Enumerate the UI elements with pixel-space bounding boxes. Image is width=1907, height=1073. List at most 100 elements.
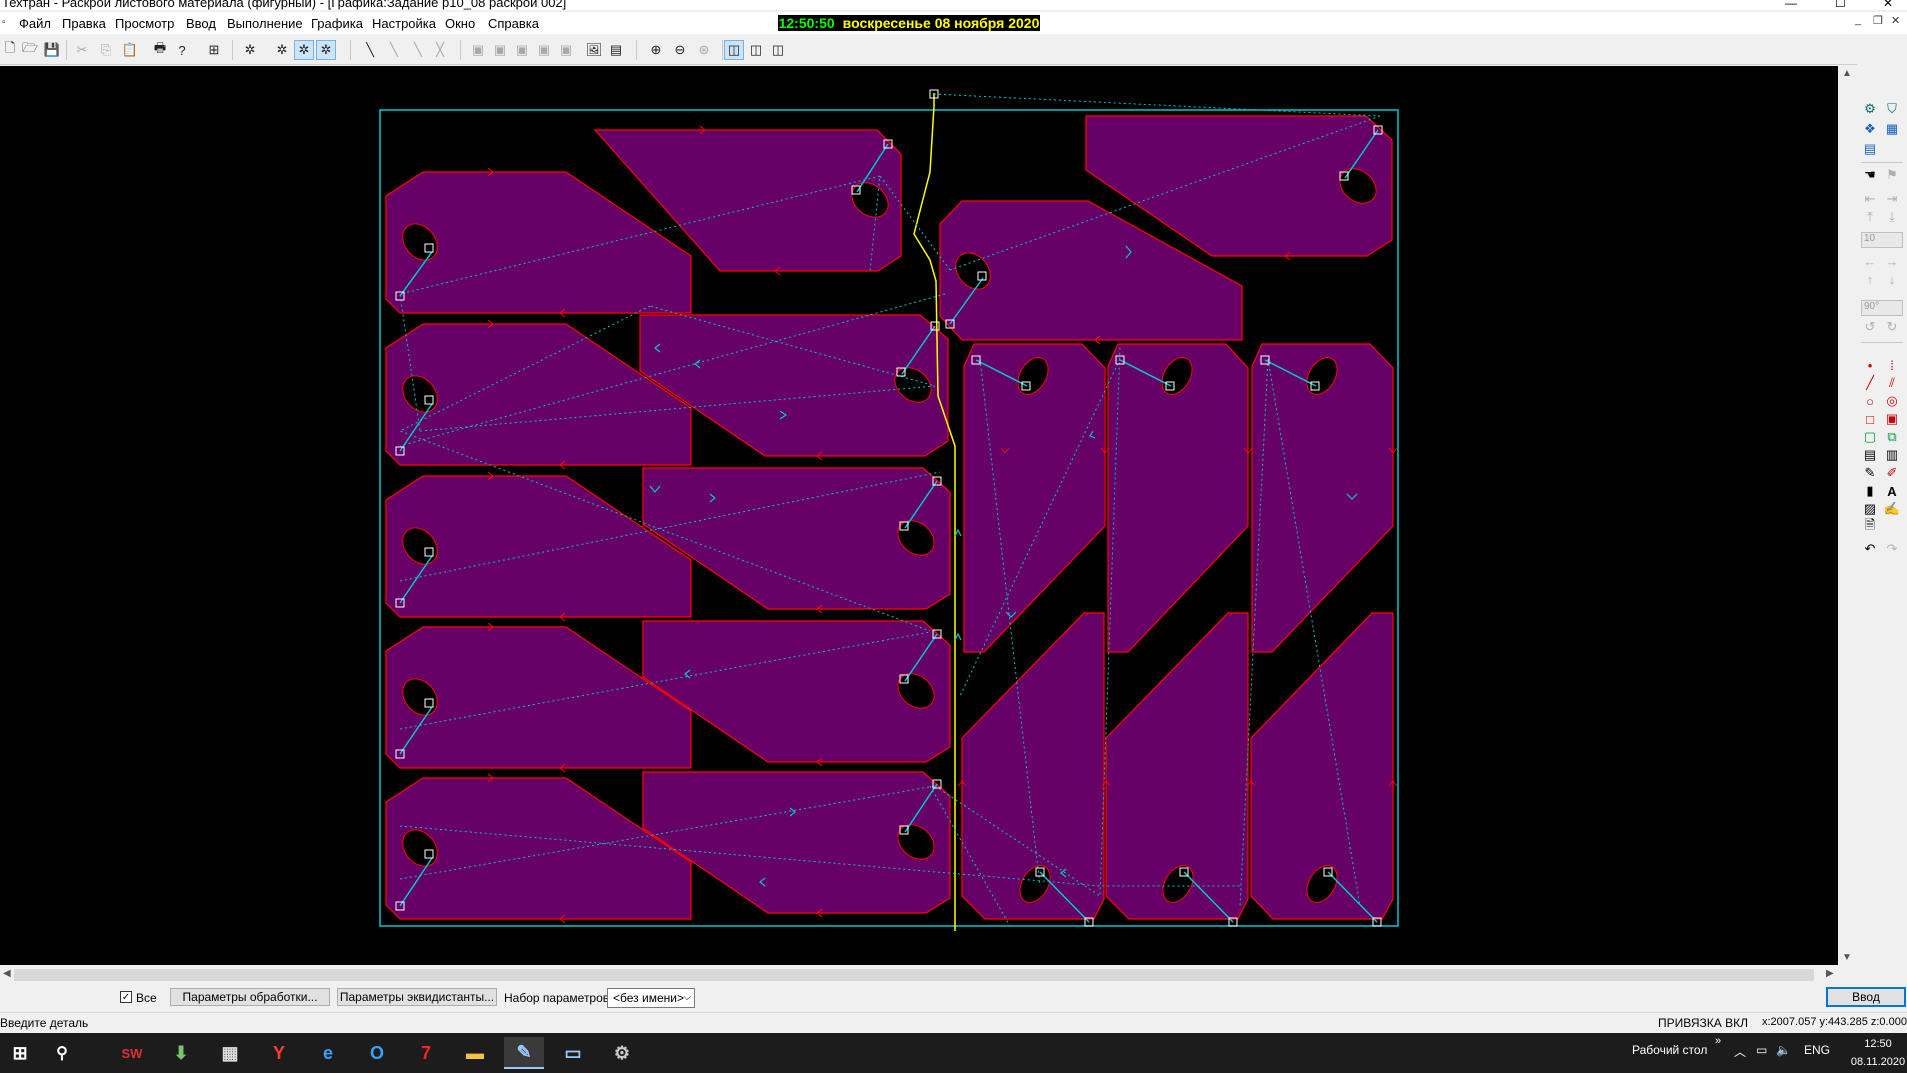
move-up-icon[interactable]: ⤒ (1861, 208, 1879, 226)
menu-view[interactable]: Просмотр (115, 16, 174, 31)
circles-tool-icon[interactable]: ◎ (1883, 392, 1901, 410)
contours-tool-icon[interactable]: ⧉ (1883, 428, 1901, 446)
cut-icon[interactable]: ✂ (72, 40, 92, 60)
gear-tool-icon[interactable]: ⚙ (1861, 100, 1879, 118)
enter-button[interactable]: Ввод (1826, 987, 1906, 1007)
processing-params-button[interactable]: Параметры обработки... (170, 988, 330, 1006)
help-icon[interactable]: ? (172, 40, 192, 60)
new-file-icon[interactable]: 🗋 (0, 40, 20, 60)
step-combo[interactable]: 10 (1861, 232, 1903, 248)
document-tool-icon[interactable]: ▥ (1883, 446, 1901, 464)
app7-icon[interactable]: 7 (406, 1037, 446, 1069)
vertical-scrollbar[interactable]: ▲ ▼ (1838, 66, 1856, 965)
scroll-down-icon[interactable]: ▼ (1842, 952, 1852, 963)
page-tool-icon[interactable]: 🗎 (1861, 517, 1879, 536)
menu-graphics[interactable]: Графика (311, 16, 363, 31)
arrow-left-icon[interactable]: ← (1861, 252, 1879, 270)
zoom-fit-icon[interactable]: ⊛ (694, 40, 714, 60)
menu-help[interactable]: Справка (488, 16, 539, 31)
shapes-tool-icon[interactable]: ❖ (1861, 120, 1879, 138)
save-icon[interactable]: 💾 (42, 40, 62, 60)
frame-2-icon[interactable]: ▣ (490, 40, 510, 60)
paste-icon[interactable]: 📋 (120, 40, 140, 60)
redo-icon[interactable]: ↷ (1883, 540, 1901, 558)
zoom-out-icon[interactable]: ⊖ (670, 40, 690, 60)
param-set-select[interactable]: <без имени> ⌵ (607, 988, 695, 1008)
rotate-ccw-icon[interactable]: ↺ (1861, 318, 1879, 336)
arrow-right-icon[interactable]: → (1883, 252, 1901, 270)
horizontal-scrollbar[interactable]: ◀ ▶ (0, 966, 1838, 984)
move-left-icon[interactable]: ⇤ (1861, 190, 1879, 208)
explorer-icon[interactable]: ▬ (455, 1037, 495, 1069)
hand-tool-icon[interactable]: ☚ (1861, 166, 1879, 184)
mdi-close-icon[interactable]: ✕ (1891, 14, 1900, 27)
light-all-icon[interactable]: ✲ (316, 40, 336, 60)
open-icon[interactable]: 🗁 (20, 40, 40, 60)
desktop-label[interactable]: Рабочий стол (1632, 1043, 1707, 1057)
menu-settings[interactable]: Настройка (372, 16, 436, 31)
download-icon[interactable]: ⬇ (161, 1037, 201, 1069)
search-icon[interactable]: ⚲ (42, 1037, 82, 1069)
nesting-drawing[interactable] (0, 66, 1838, 965)
equidistant-params-button[interactable]: Параметры эквидистанты... (337, 988, 497, 1006)
light-list-icon[interactable]: ✲ (272, 40, 292, 60)
menu-window[interactable]: Окно (445, 16, 475, 31)
minimize-icon[interactable]: — (1785, 0, 1797, 10)
menu-execute[interactable]: Выполнение (227, 16, 303, 31)
network-icon[interactable]: ▭ (1756, 1043, 1767, 1057)
light-icon[interactable]: ✲ (240, 40, 260, 60)
taskbar-clock[interactable]: 12:50 08.11.2020 (1848, 1035, 1907, 1071)
contour-tool-icon[interactable]: ▢ (1861, 428, 1879, 446)
frame-6-icon[interactable]: ▤ (606, 40, 626, 60)
arrow-down-icon[interactable]: ↓ (1883, 270, 1901, 288)
bucket-tool-icon[interactable]: ⛉ (1883, 100, 1901, 118)
view-3d-3-icon[interactable]: ◫ (768, 40, 788, 60)
app-menu-icon[interactable]: ▫ (2, 17, 6, 28)
settings-icon[interactable]: ⚙ (602, 1037, 642, 1069)
print-icon[interactable]: 🖶 (150, 40, 170, 60)
edge-icon[interactable]: e (308, 1037, 348, 1069)
scroll-up-icon[interactable]: ▲ (1842, 68, 1852, 79)
points-grid-icon[interactable]: ⁞ (1883, 356, 1901, 374)
marker-tool-icon[interactable]: ✐ (1883, 464, 1901, 482)
layout-tool-icon[interactable]: ▦ (1883, 120, 1901, 138)
mdi-minimize-icon[interactable]: _ (1855, 14, 1861, 26)
zoom-in-icon[interactable]: ⊕ (646, 40, 666, 60)
frame-4-icon[interactable]: ▣ (534, 40, 554, 60)
close-icon[interactable]: ✕ (1883, 0, 1893, 10)
menu-edit[interactable]: Правка (62, 16, 106, 31)
frame-5-icon[interactable]: ▣ (556, 40, 576, 60)
view-3d-icon[interactable]: ◫ (724, 40, 744, 60)
line-draw-icon[interactable]: ╱ (1861, 374, 1879, 392)
scroll-right-icon[interactable]: ▶ (1826, 968, 1834, 979)
menu-file[interactable]: Файл (19, 16, 51, 31)
language-indicator[interactable]: ENG (1804, 1043, 1830, 1057)
move-down-icon[interactable]: ⤓ (1883, 208, 1901, 226)
frame-icon[interactable]: ▣ (468, 40, 488, 60)
column-tool-icon[interactable]: ▮ (1861, 482, 1879, 500)
rectangles-tool-icon[interactable]: ▣ (1883, 410, 1901, 428)
line-tool-3-icon[interactable]: ╲ (408, 40, 428, 60)
insert-icon[interactable]: ⊞ (204, 40, 224, 60)
undo-icon[interactable]: ↶ (1861, 540, 1879, 558)
scroll-track[interactable] (14, 969, 1814, 981)
light-select-icon[interactable]: ✲ (294, 40, 314, 60)
flag-tool-icon[interactable]: ⚑ (1883, 166, 1901, 184)
line-tool-4-icon[interactable]: ╳ (430, 40, 450, 60)
frame-3-icon[interactable]: ▣ (512, 40, 532, 60)
angle-combo[interactable]: 90° (1861, 300, 1903, 316)
all-checkbox[interactable]: ✓ (120, 991, 132, 1003)
lines-draw-icon[interactable]: ⫽ (1883, 374, 1901, 392)
window-icon[interactable]: ▭ (553, 1037, 593, 1069)
chevron-up-icon[interactable]: » (1715, 1035, 1721, 1047)
yandex-icon[interactable]: Y (259, 1037, 299, 1069)
circle-tool-icon[interactable]: ○ (1861, 392, 1879, 410)
image-icon[interactable]: 🖼 (584, 40, 604, 60)
copy-icon[interactable]: ⎘ (96, 40, 116, 60)
edit-tool-icon[interactable]: ✍ (1883, 500, 1901, 518)
text-tool-icon[interactable]: A (1883, 482, 1901, 500)
pen-tool-icon[interactable]: ✎ (1861, 464, 1879, 482)
calculator-icon[interactable]: ▦ (210, 1037, 250, 1069)
techtran-icon[interactable]: ✎ (504, 1037, 544, 1069)
line-tool-2-icon[interactable]: ╲ (384, 40, 404, 60)
